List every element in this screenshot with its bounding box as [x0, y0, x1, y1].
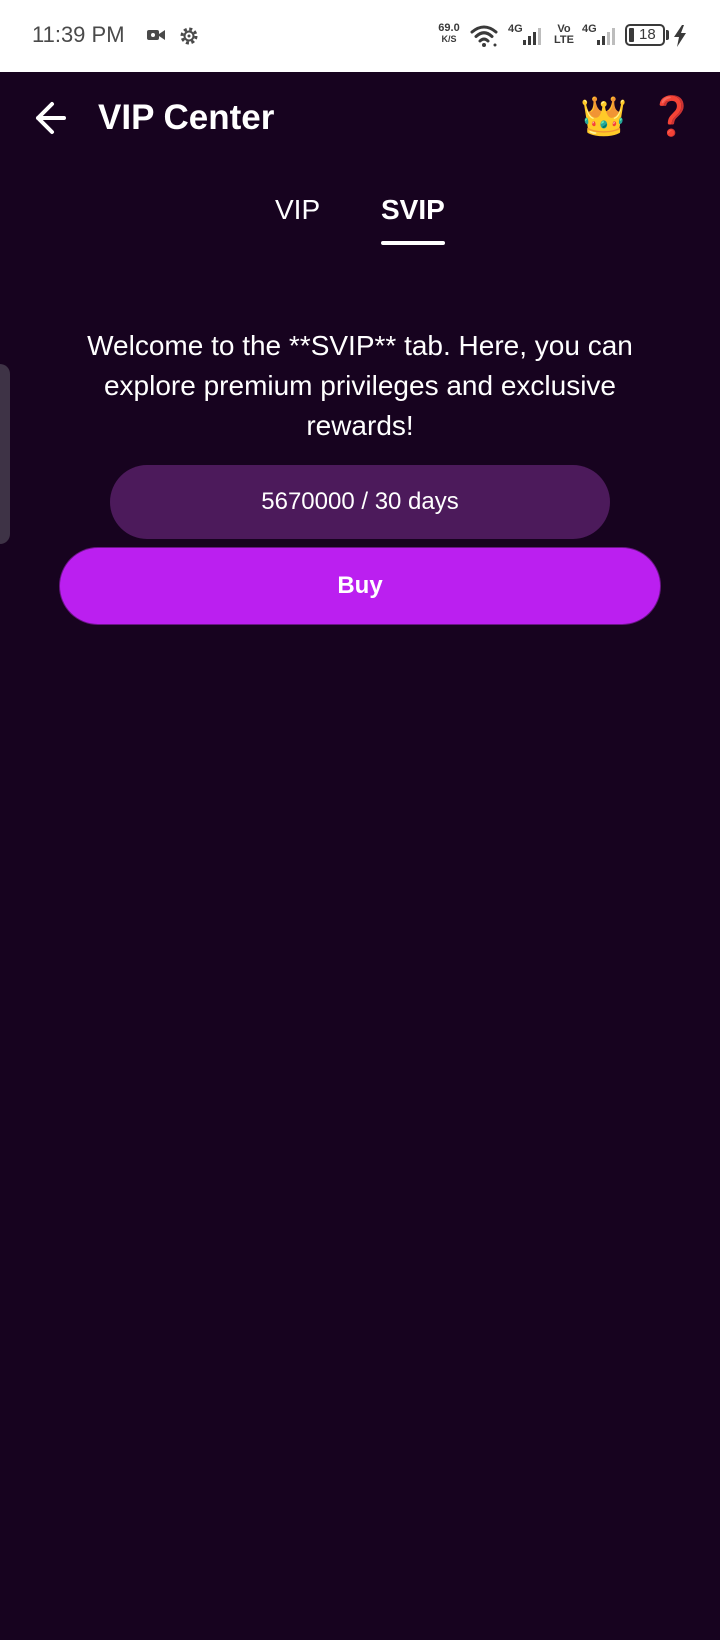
app-header: VIP Center 👑 ❓	[0, 72, 720, 168]
net-speed-value: 69.0	[438, 22, 460, 34]
price-text: 5670000 / 30 days	[261, 488, 459, 515]
tab-active-indicator	[381, 241, 445, 245]
buy-button[interactable]: Buy	[60, 548, 660, 624]
welcome-text: Welcome to the **SVIP** tab. Here, you c…	[87, 330, 633, 441]
page-title: VIP Center	[98, 98, 275, 137]
signal-2-bars-icon	[596, 26, 616, 51]
help-icon[interactable]: ❓	[648, 94, 695, 140]
net-speed-unit: K/S	[441, 34, 457, 44]
crown-icon[interactable]: 👑	[580, 94, 627, 140]
settings-gear-icon	[178, 25, 200, 52]
volte-badge: Vo LTE	[552, 24, 576, 46]
price-pill: 5670000 / 30 days	[110, 465, 610, 539]
net-speed: 69.0 K/S	[434, 23, 464, 45]
battery-icon: 18	[625, 24, 665, 46]
volte-bottom: LTE	[554, 34, 574, 46]
tab-vip[interactable]: VIP	[275, 194, 320, 226]
side-drawer-handle[interactable]	[0, 364, 10, 544]
arrow-left-icon	[36, 102, 66, 134]
tab-svip[interactable]: SVIP	[381, 194, 445, 226]
battery-level: 18	[639, 26, 656, 43]
back-button[interactable]	[28, 92, 80, 144]
status-time: 11:39 PM	[32, 22, 125, 47]
status-bar: 11:39 PM 69.0 K/S 4G Vo LTE 4G 18	[0, 0, 720, 72]
signal-2-label: 4G	[582, 23, 597, 35]
charging-bolt-icon	[672, 25, 688, 52]
signal-1-label: 4G	[508, 23, 523, 35]
video-camera-icon	[146, 27, 166, 48]
wifi-icon	[470, 24, 498, 53]
buy-label: Buy	[337, 572, 383, 599]
signal-1-bars-icon	[522, 26, 542, 51]
